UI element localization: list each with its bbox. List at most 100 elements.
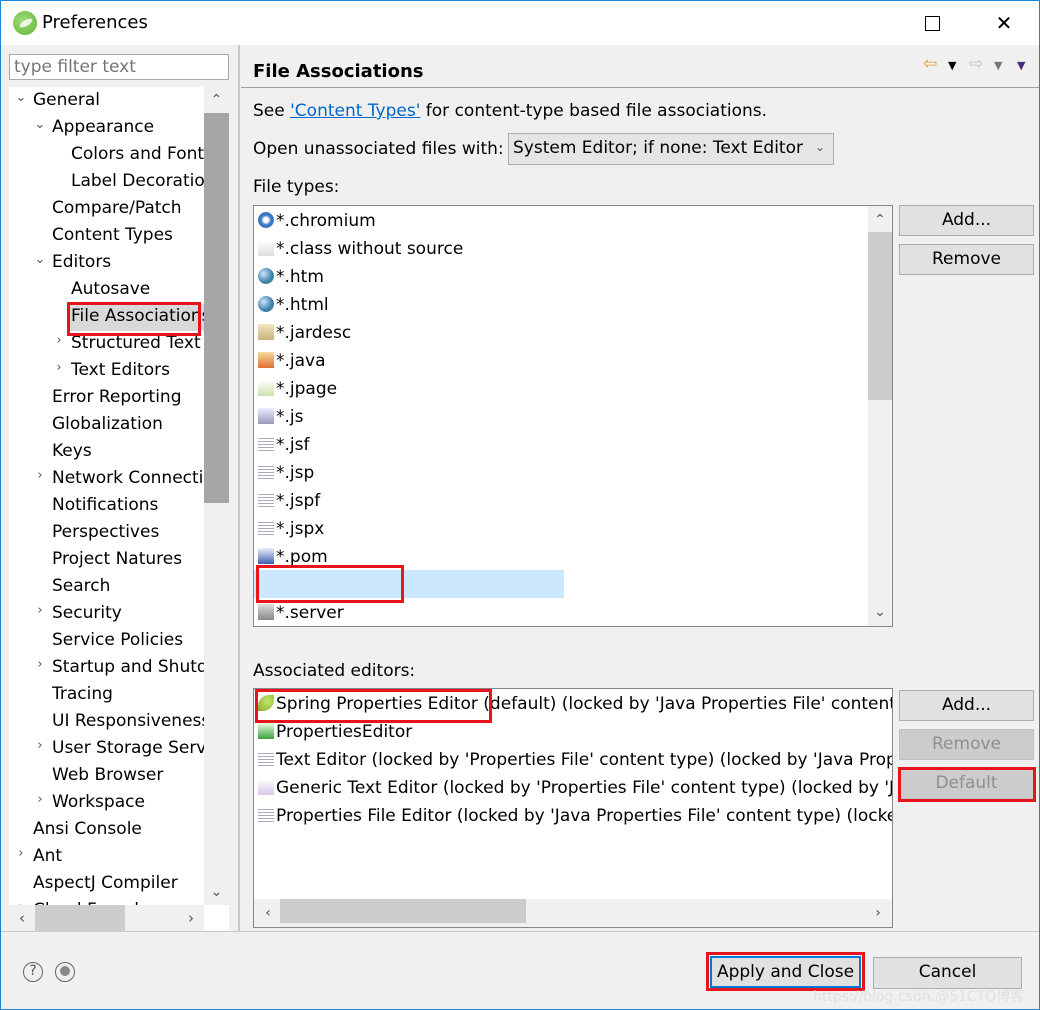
list-item[interactable]: *.jspx [258, 516, 324, 542]
list-item[interactable]: *.class without source [258, 236, 463, 262]
tree-item[interactable]: Keys [50, 439, 96, 466]
tree-item[interactable]: General [31, 88, 104, 115]
tree-item[interactable]: Security [50, 601, 126, 628]
tree-item[interactable]: Ansi Console [31, 817, 146, 844]
content-types-link[interactable]: 'Content Types' [290, 101, 420, 121]
tree-item[interactable]: Perspectives [50, 520, 163, 547]
open-unassociated-select[interactable]: System Editor; if none: Text Editor ⌄ [508, 133, 834, 165]
tree-item[interactable]: Startup and Shutdown [50, 655, 229, 682]
list-item[interactable]: *.jsf [258, 432, 309, 458]
chevron-right-icon[interactable]: › [14, 846, 28, 861]
list-item[interactable]: *.chromium [258, 208, 376, 234]
scroll-right-icon[interactable]: › [178, 905, 204, 931]
list-item[interactable]: *.jsp [258, 460, 314, 486]
tree-item[interactable]: Network Connections [50, 466, 229, 493]
scroll-up-icon[interactable]: ⌃ [204, 87, 229, 113]
chevron-right-icon[interactable]: › [33, 657, 47, 672]
tree-item[interactable]: User Storage Service [50, 736, 229, 763]
chevron-down-icon[interactable]: ⌄ [33, 117, 47, 132]
tree-item[interactable]: AspectJ Compiler [31, 871, 182, 898]
chevron-right-icon[interactable]: › [52, 333, 66, 348]
maximize-button[interactable] [909, 1, 955, 45]
back-menu-icon[interactable]: ▼ [948, 59, 956, 72]
scroll-right-icon[interactable]: › [866, 901, 890, 925]
list-item[interactable]: Text Editor (locked by 'Properties File'… [258, 747, 892, 773]
list-item[interactable]: Spring Properties Editor (default) (lock… [258, 691, 892, 717]
panel-divider[interactable] [238, 45, 240, 931]
list-item[interactable]: *.server [258, 600, 344, 626]
apply-and-close-button[interactable]: Apply and Close [710, 956, 861, 988]
tree-item-label: Compare/Patch [52, 198, 182, 218]
list-item-label: *.htm [276, 267, 324, 287]
scroll-left-icon[interactable]: ‹ [256, 901, 280, 925]
cancel-button[interactable]: Cancel [873, 957, 1022, 989]
scroll-thumb[interactable] [204, 113, 229, 503]
list-item[interactable]: *.html [258, 292, 329, 318]
list-item[interactable]: *.jardesc [258, 320, 351, 346]
scroll-down-icon[interactable]: ⌄ [868, 600, 892, 624]
scroll-thumb[interactable] [280, 899, 526, 923]
filter-input[interactable] [9, 54, 229, 80]
tree-item[interactable]: UI Responsiveness [50, 709, 214, 736]
close-button[interactable]: ✕ [981, 1, 1027, 45]
chevron-right-icon[interactable]: › [52, 360, 66, 375]
tree-item[interactable]: Structured Text [69, 331, 205, 358]
tree-item[interactable]: Globalization [50, 412, 167, 439]
editor-default-button[interactable]: Default [899, 768, 1034, 799]
forward-menu-icon[interactable]: ▼ [994, 59, 1002, 72]
tree-item[interactable]: Project Natures [50, 547, 186, 574]
tree-item[interactable]: Tracing [50, 682, 117, 709]
list-item[interactable]: *.js [258, 404, 303, 430]
chevron-right-icon[interactable]: › [33, 603, 47, 618]
list-item[interactable]: *.jpage [258, 376, 337, 402]
page-content: See 'Content Types' for content-type bas… [241, 89, 1039, 931]
tree-item[interactable]: Appearance [50, 115, 158, 142]
tree-vertical-scrollbar[interactable]: ⌃ ⌄ [204, 87, 229, 905]
file-types-scrollbar[interactable]: ⌃ ⌄ [868, 206, 892, 626]
tree-item[interactable]: Compare/Patch [50, 196, 186, 223]
list-item[interactable]: *.jspf [258, 488, 320, 514]
scroll-up-icon[interactable]: ⌃ [868, 208, 892, 232]
help-icon[interactable]: ? [23, 962, 43, 982]
chevron-right-icon[interactable]: › [33, 738, 47, 753]
chevron-down-icon[interactable]: ⌄ [33, 252, 47, 267]
tree-item[interactable]: Workspace [50, 790, 149, 817]
file-type-remove-button[interactable]: Remove [899, 244, 1034, 275]
list-item[interactable]: *.java [258, 348, 326, 374]
tree-item[interactable]: Search [50, 574, 114, 601]
editor-remove-button[interactable]: Remove [899, 729, 1034, 760]
tree-item[interactable]: Content Types [50, 223, 177, 250]
file-type-add-button[interactable]: Add... [899, 205, 1034, 236]
tree-item[interactable]: Error Reporting [50, 385, 185, 412]
list-item[interactable]: Properties File Editor (locked by 'Java … [258, 803, 892, 829]
file-types-list: *.server*.properties*.pom*.jspx*.jspf*.j… [253, 205, 893, 627]
scroll-thumb[interactable] [35, 905, 125, 931]
list-item[interactable]: PropertiesEditor [258, 719, 412, 745]
tree-item[interactable]: Editors [50, 250, 115, 277]
list-item[interactable]: Generic Text Editor (locked by 'Properti… [258, 775, 892, 801]
scroll-down-icon[interactable]: ⌄ [204, 879, 229, 905]
chevron-right-icon[interactable]: › [33, 468, 47, 483]
chevron-right-icon[interactable]: › [33, 792, 47, 807]
tree-item[interactable]: Notifications [50, 493, 162, 520]
tree-item[interactable]: Autosave [69, 277, 154, 304]
forward-icon[interactable]: ⇨ [969, 54, 983, 74]
import-export-icon[interactable] [55, 962, 75, 982]
tree-item-label: Label Decorations [71, 171, 225, 191]
scroll-thumb[interactable] [868, 232, 892, 400]
editor-add-button[interactable]: Add... [899, 690, 1034, 721]
tree-horizontal-scrollbar[interactable]: ‹ › [9, 905, 204, 931]
list-item[interactable]: *.pom [258, 544, 328, 570]
tree-item[interactable]: Web Browser [50, 763, 167, 790]
back-icon[interactable]: ⇦ [923, 54, 937, 74]
editors-horizontal-scrollbar[interactable]: ‹ › [254, 899, 892, 927]
scroll-left-icon[interactable]: ‹ [9, 905, 35, 931]
tree-item[interactable]: Service Policies [50, 628, 187, 655]
list-item[interactable]: *.htm [258, 264, 324, 290]
view-menu-icon[interactable]: ▼ [1017, 59, 1025, 72]
tree-item[interactable]: Colors and Fonts [69, 142, 217, 169]
chevron-down-icon[interactable]: ⌄ [14, 90, 28, 105]
tree-item[interactable]: Text Editors [69, 358, 174, 385]
tree-item[interactable]: Ant [31, 844, 66, 871]
tree-item[interactable]: File Associations [69, 304, 215, 331]
